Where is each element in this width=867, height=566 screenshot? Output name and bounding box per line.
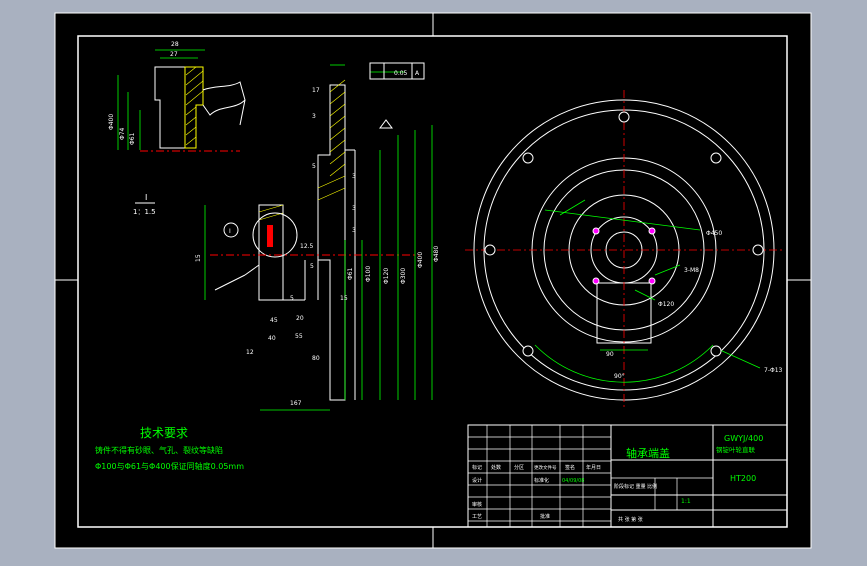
tb-sheet: 共 张 第 张 (618, 516, 643, 523)
tb-row-label-1: 处数 (491, 464, 501, 471)
tb-row-label-2: 分区 (514, 464, 524, 471)
tb-role-approve: 批准 (540, 513, 550, 520)
detail-scale: 1：1.5 (133, 208, 156, 216)
section-dim-5b: 5 (310, 263, 314, 270)
section-dim-3c: 3 (352, 205, 356, 212)
section-tolerance-value: 0.05 (394, 70, 408, 77)
tb-material: HT200 (730, 474, 756, 483)
section-dim-3d: 3 (352, 227, 356, 234)
section-dim-12-5: 12.5 (300, 243, 314, 250)
detail-dim-phi61: Φ61 (129, 132, 136, 145)
notes-heading: 技术要求 (140, 426, 188, 440)
section-dim-phi300: Φ300 (400, 268, 407, 284)
front-dim-90deg: 90° (614, 373, 625, 380)
section-dim-55: 55 (295, 333, 303, 340)
section-dim-phi120: Φ120 (383, 268, 390, 284)
tb-role-standard: 标准化 (534, 477, 549, 484)
tb-date: 04/09/08 (562, 478, 584, 484)
front-dim-phi450: Φ450 (706, 230, 722, 237)
section-dim-20: 20 (296, 315, 304, 322)
section-dim-80: 80 (312, 355, 320, 362)
tb-part-name: 轴承端盖 (626, 446, 670, 460)
front-dim-3-m8: 3-M8 (684, 267, 699, 274)
cad-drawing-viewport: 28 27 Φ400 Φ61 Φ74 I 1：1.5 0.05 A I 17 3… (0, 0, 867, 562)
tb-row-label-0: 标记 (472, 464, 482, 471)
tb-stage-labels: 阶段标记 重量 比例 (614, 483, 657, 490)
section-dim-45: 45 (270, 317, 278, 324)
notes-line-2: Φ100与Φ61与Φ400保证同轴度0.05mm (95, 461, 244, 471)
tb-role-review: 审核 (472, 501, 482, 508)
cad-drawing: 28 27 Φ400 Φ61 Φ74 I 1：1.5 0.05 A I 17 3… (54, 12, 812, 549)
front-dim-phi120: Φ120 (658, 301, 674, 308)
section-dim-15: 15 (340, 295, 348, 302)
section-detail-ref: I (229, 228, 231, 235)
tb-role-process: 工艺 (472, 514, 482, 520)
detail-dim-28: 28 (171, 41, 179, 48)
tb-row-label-3: 更改文件号 (534, 464, 557, 471)
section-dim-3b: 3 (352, 173, 356, 180)
section-dim-phi100: Φ100 (365, 266, 372, 282)
tb-row-label-5: 年月日 (586, 464, 601, 471)
notes-line-1: 铸件不得有砂眼、气孔、裂纹等缺陷 (95, 445, 223, 455)
front-dim-90: 90 (606, 351, 614, 358)
section-dim-phi61: Φ61 (347, 267, 354, 280)
front-dim-7-phi13: 7-Φ13 (764, 367, 783, 374)
detail-dim-27: 27 (170, 51, 178, 58)
detail-dim-phi74: Φ74 (119, 127, 126, 140)
section-dim-3a: 3 (312, 113, 316, 120)
section-dim-5c: 5 (290, 295, 294, 302)
section-dim-40: 40 (268, 335, 276, 342)
section-dim-phi400: Φ400 (417, 252, 424, 268)
detail-label: I (145, 193, 147, 202)
section-dim-phi170: 15 (195, 254, 202, 262)
section-dim-phi480: Φ480 (433, 246, 440, 262)
section-dim-5: 5 (312, 163, 316, 170)
tb-product: GWYJ/400 (724, 434, 763, 443)
tb-role-design: 设计 (472, 477, 482, 484)
tb-row-label-4: 签名 (565, 464, 575, 471)
tb-product-sub: 钢锭叶轮直联 (716, 445, 756, 454)
section-dim-167: 167 (290, 400, 302, 407)
detail-dim-phi400: Φ400 (108, 114, 115, 130)
tb-scale: 1:1 (681, 498, 691, 505)
section-dim-17: 17 (312, 87, 320, 94)
section-dim-12: 12 (246, 349, 254, 356)
